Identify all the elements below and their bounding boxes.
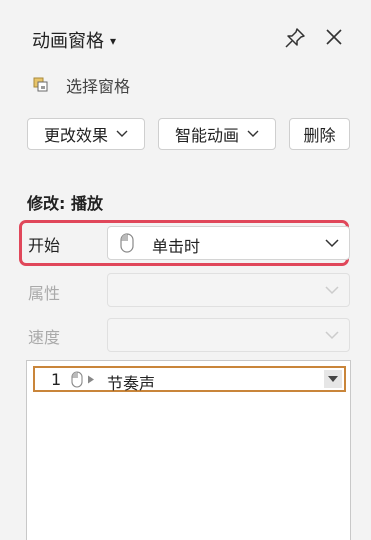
caret-down-icon: ▾: [110, 34, 117, 48]
animation-list: 1 节奏声: [26, 360, 351, 540]
modify-section-label: 修改: 播放: [27, 194, 103, 213]
pane-title-dropdown[interactable]: 动画窗格 ▾: [32, 27, 116, 53]
item-dropdown-button[interactable]: [324, 370, 342, 388]
animation-pane: 动画窗格 ▾ 选择窗格 更改效果 智能动画 删除 修改: 播放 开始 单击时 属…: [0, 0, 371, 540]
item-index: 1: [51, 370, 62, 389]
close-icon[interactable]: [323, 26, 345, 48]
chevron-down-icon: [116, 130, 128, 137]
selection-pane-link[interactable]: 选择窗格: [32, 74, 130, 96]
speed-select[interactable]: [107, 318, 350, 352]
pin-icon[interactable]: [284, 27, 306, 49]
speed-label: 速度: [28, 328, 61, 347]
item-name: 节奏声: [107, 374, 156, 393]
start-label: 开始: [28, 236, 61, 255]
chevron-down-icon: [325, 286, 339, 295]
selection-pane-label: 选择窗格: [66, 77, 131, 96]
chevron-down-icon: [325, 331, 339, 340]
mouse-icon: [120, 233, 134, 253]
start-select[interactable]: 单击时: [107, 226, 350, 260]
caret-down-icon: [328, 376, 338, 382]
selection-pane-icon: [33, 77, 48, 92]
change-effect-label: 更改效果: [43, 126, 108, 145]
smart-animation-label: 智能动画: [174, 126, 239, 145]
delete-label: 删除: [303, 126, 336, 145]
start-value: 单击时: [152, 237, 201, 256]
play-triangle-icon: [88, 375, 94, 384]
smart-animation-button[interactable]: 智能动画: [158, 118, 276, 150]
chevron-down-icon: [325, 239, 339, 248]
property-label: 属性: [28, 284, 61, 303]
pane-title: 动画窗格: [32, 31, 104, 52]
property-select[interactable]: [107, 273, 350, 307]
delete-button[interactable]: 删除: [289, 118, 350, 150]
chevron-down-icon: [247, 130, 259, 137]
list-item[interactable]: 1 节奏声: [33, 366, 346, 393]
mouse-icon: [71, 371, 83, 388]
change-effect-button[interactable]: 更改效果: [27, 118, 145, 150]
